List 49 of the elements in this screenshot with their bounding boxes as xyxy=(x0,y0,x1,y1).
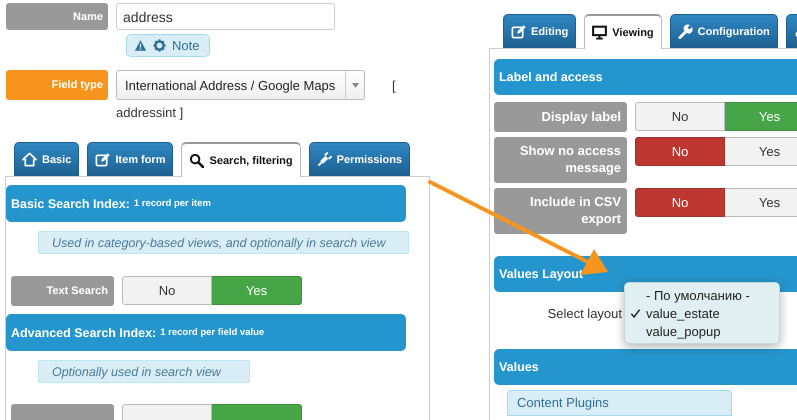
section-title: Values xyxy=(499,360,539,374)
dropdown-option[interactable]: - По умолчанию - xyxy=(646,288,750,302)
plugin-note: Content Plugins xyxy=(507,390,732,416)
field-label: Name xyxy=(6,3,108,30)
tab[interactable]: Basic xyxy=(14,142,80,176)
home-icon xyxy=(22,152,37,167)
tab[interactable]: Configuration xyxy=(670,14,778,48)
section-subtitle: 1 record per field value xyxy=(160,327,264,338)
edit-icon xyxy=(511,24,526,39)
field-type-select[interactable]: International Address / Google Maps xyxy=(116,70,365,100)
tab[interactable]: Search, filtering xyxy=(181,142,301,177)
tab[interactable]: Editing xyxy=(503,14,576,48)
section-title: Basic Search Index: xyxy=(11,196,130,210)
toggle-option[interactable]: No xyxy=(635,188,725,217)
field-label: Select layout xyxy=(546,306,622,322)
section-title: Advanced Search Index: xyxy=(11,326,156,340)
hint-text: Optionally used in search view xyxy=(38,360,250,383)
monitor-icon xyxy=(592,25,608,40)
wrench-icon xyxy=(678,24,693,39)
field-label: Display label xyxy=(494,102,627,132)
field-type-code: [ xyxy=(392,76,396,94)
field-label: Text Search xyxy=(11,276,114,306)
section-title: Label and access xyxy=(499,70,603,84)
toggle-option[interactable]: Yes xyxy=(725,137,797,166)
toggle-option[interactable]: No xyxy=(635,102,725,131)
search-icon xyxy=(189,153,204,168)
tab[interactable]: Permissions xyxy=(308,142,410,176)
plug-icon xyxy=(316,152,332,167)
warning-icon xyxy=(134,39,147,52)
hint-text: Used in category-based views, and optionally in search view xyxy=(38,231,409,254)
field-label: Include in CSV export xyxy=(494,188,627,234)
caret-icon xyxy=(352,82,358,88)
field-label: Field type xyxy=(6,70,108,100)
dropdown-option[interactable]: value_estate xyxy=(646,306,720,320)
dropdown-option[interactable]: value_popup xyxy=(646,324,720,338)
section-title: Values Layout xyxy=(499,266,584,281)
check-icon xyxy=(630,308,641,318)
toggle-option[interactable]: No xyxy=(122,276,212,305)
tab[interactable]: Item form xyxy=(87,142,174,176)
gear-icon xyxy=(153,39,166,52)
field-label: Show no access message xyxy=(494,137,627,183)
tab[interactable]: Viewing xyxy=(584,14,662,49)
toggle-option[interactable]: No xyxy=(635,137,725,166)
section-subtitle: 1 record per item xyxy=(134,198,211,209)
field-type-code: addressint ] xyxy=(116,104,184,121)
edit-icon xyxy=(95,152,110,167)
note-button[interactable]: Note xyxy=(126,34,210,57)
name-field[interactable]: address xyxy=(116,3,335,30)
toggle-option[interactable]: Yes xyxy=(725,188,797,217)
